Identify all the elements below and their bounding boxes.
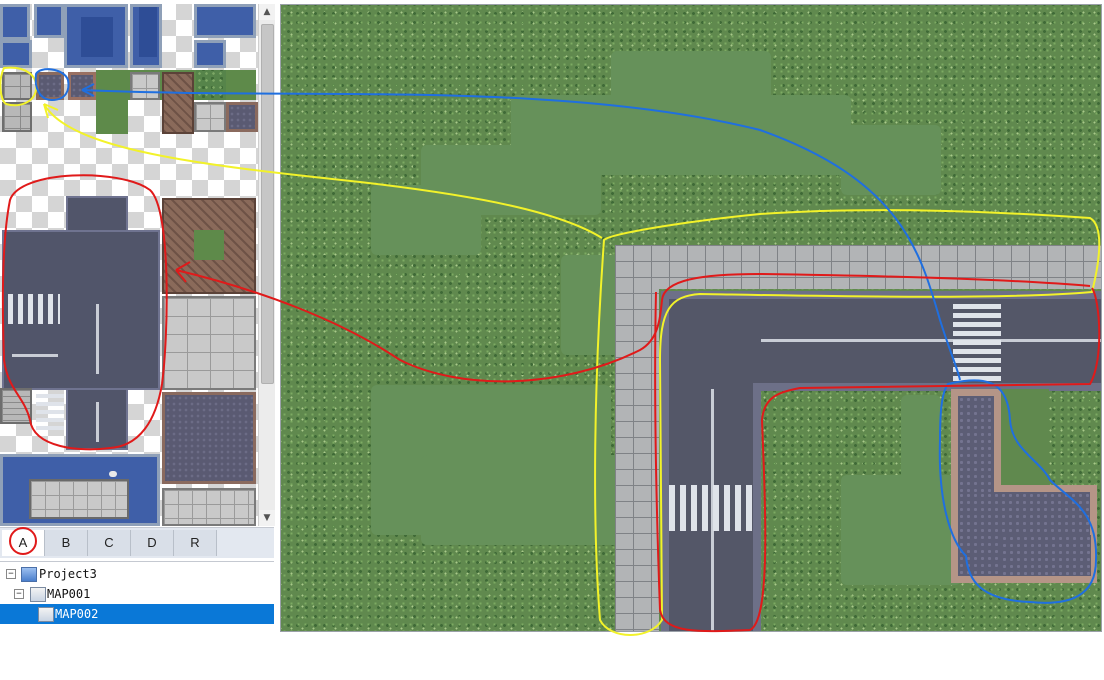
palette-scrollbar[interactable]: ▲ ▼	[258, 4, 275, 526]
water-tile[interactable]	[130, 4, 162, 68]
tree-item-project[interactable]: − Project3	[0, 564, 274, 584]
project-icon	[21, 567, 37, 582]
map-icon	[30, 587, 46, 602]
road-marking	[12, 354, 58, 357]
grass-clearing	[841, 125, 941, 195]
cobblestone-path	[1001, 535, 1091, 576]
sidewalk	[615, 245, 1101, 289]
collapse-icon[interactable]: −	[6, 569, 16, 579]
lane-marking	[761, 339, 1101, 342]
tab-a[interactable]: A	[2, 530, 45, 556]
brick-tile[interactable]	[68, 72, 96, 100]
road-marking	[8, 294, 60, 324]
water-tile[interactable]	[64, 4, 128, 68]
project-tree: − Project3 − MAP001 MAP002	[0, 561, 274, 632]
scroll-down-button[interactable]: ▼	[259, 510, 275, 526]
pavement-tile[interactable]	[2, 102, 32, 132]
tab-d[interactable]: D	[131, 530, 174, 556]
water-tile[interactable]	[194, 4, 256, 38]
grass-clearing	[421, 455, 621, 545]
grass-clearing	[561, 255, 621, 355]
tab-c[interactable]: C	[88, 530, 131, 556]
wood-frame-tile[interactable]	[162, 198, 256, 294]
stone-tile[interactable]	[162, 488, 256, 526]
stone-tile[interactable]	[162, 296, 256, 390]
grass-clearing	[841, 475, 961, 585]
tree-item-label: MAP001	[47, 587, 91, 601]
water-tile[interactable]	[0, 4, 30, 40]
tileset-tabs: A B C D R	[0, 527, 274, 558]
grass-clearing	[901, 395, 941, 485]
water-tile[interactable]	[34, 4, 64, 38]
tree-item-map001[interactable]: − MAP001	[0, 584, 274, 604]
scrollbar-thumb[interactable]	[261, 24, 274, 384]
road-marking	[96, 304, 99, 374]
tree-item-label: MAP002	[55, 607, 99, 621]
grass-clearing	[1001, 389, 1049, 485]
stair-tile[interactable]	[0, 388, 32, 424]
crosswalk	[953, 301, 1001, 381]
water-tile[interactable]	[194, 40, 226, 68]
wood-tile[interactable]	[162, 72, 194, 134]
water-tile[interactable]	[0, 454, 160, 526]
tree-item-label: Project3	[39, 567, 97, 581]
scroll-up-button[interactable]: ▲	[259, 4, 275, 20]
bush-tile[interactable]	[196, 70, 226, 100]
map-canvas[interactable]	[280, 4, 1102, 632]
sidewalk	[615, 245, 659, 631]
stone-tile[interactable]	[194, 102, 226, 132]
tab-r[interactable]: R	[174, 530, 217, 556]
cobblestone-tile[interactable]	[162, 392, 256, 484]
stone-tile[interactable]	[130, 72, 160, 100]
crosswalk	[669, 485, 753, 531]
tree-item-map002[interactable]: MAP002	[0, 604, 274, 624]
pavement-tile[interactable]	[2, 72, 32, 100]
tab-b[interactable]: B	[45, 530, 88, 556]
cobblestone-tile[interactable]	[36, 72, 64, 100]
grass-clearing	[371, 185, 481, 255]
grass-tile[interactable]	[96, 100, 128, 134]
map-icon	[38, 607, 54, 622]
road-marking	[96, 402, 99, 442]
collapse-icon[interactable]: −	[14, 589, 24, 599]
water-tile[interactable]	[0, 40, 32, 68]
tile-palette[interactable]	[0, 4, 258, 526]
road-marking	[36, 394, 64, 430]
cobblestone-tile[interactable]	[226, 102, 258, 132]
